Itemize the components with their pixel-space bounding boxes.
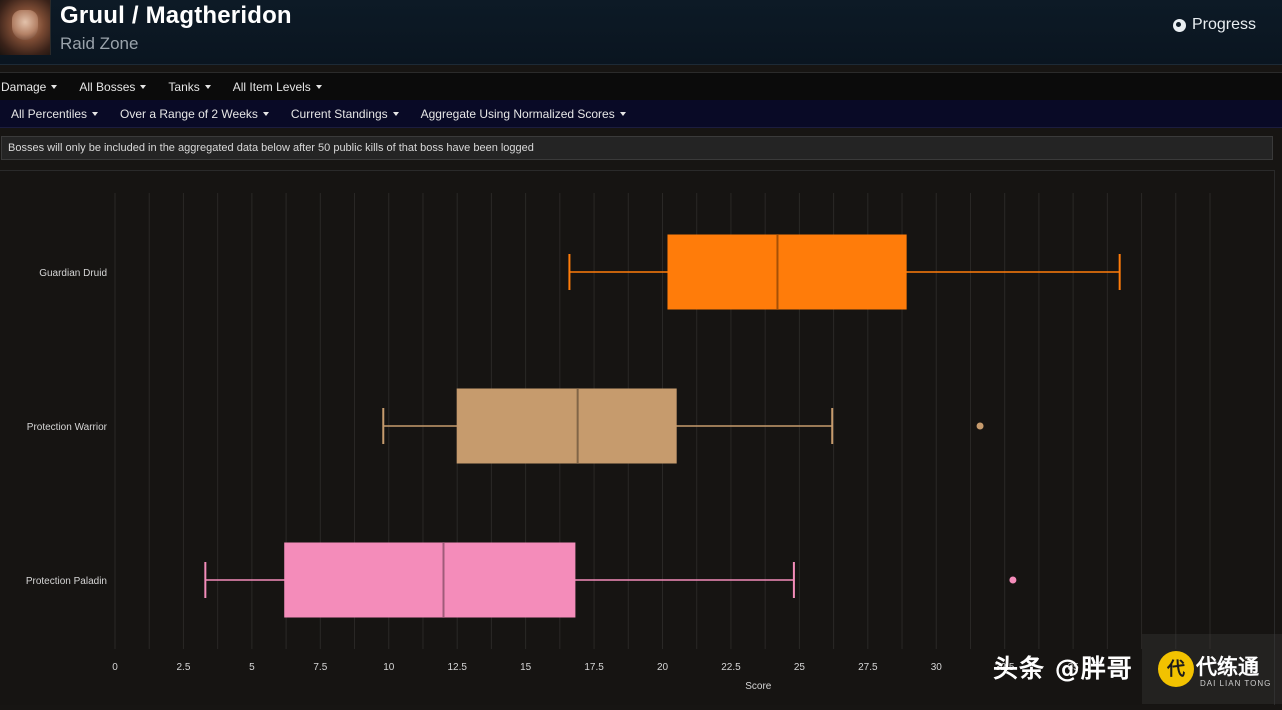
menu-standings-label: Current Standings [290, 106, 388, 121]
menu-item-levels-dropdown[interactable]: All Item Levels [222, 80, 333, 94]
caret-down-icon [392, 111, 399, 116]
x-tick-label: 5 [249, 662, 255, 673]
caret-down-icon [315, 84, 322, 89]
menu-role-label: Tanks [168, 79, 200, 94]
x-tick-label: 10 [383, 662, 395, 673]
menu-percentiles-label: All Percentiles [11, 106, 88, 121]
menu-bosses-dropdown[interactable]: All Bosses [68, 80, 157, 94]
caret-down-icon [92, 111, 99, 116]
watermark-logo-icon: 代 [1158, 651, 1194, 687]
iqr-box [667, 234, 907, 310]
caret-down-icon [619, 111, 626, 116]
menu-aggregate-dropdown[interactable]: Aggregate Using Normalized Scores [410, 107, 637, 121]
outlier-point [976, 422, 984, 430]
outlier-point [1009, 576, 1017, 584]
filter-menu-primary: Damage All Bosses Tanks All Item Levels [0, 72, 1282, 101]
x-tick-label: 25 [794, 662, 806, 673]
boss-portrait-icon [12, 10, 38, 40]
menu-item-levels-label: All Item Levels [232, 79, 311, 94]
caret-down-icon [204, 84, 211, 89]
caret-down-icon [262, 111, 269, 116]
x-tick-label: 20 [657, 662, 669, 673]
x-tick-label: 7.5 [313, 662, 327, 673]
chart-panel: 0 2.5 5 7.5 10 12.5 15 17.5 20 22.5 25 27.5 30 32.5 35… [0, 170, 1275, 705]
series-guardian-druid: Guardian Druid [39, 234, 1121, 310]
menu-percentiles-dropdown[interactable]: All Percentiles [0, 107, 109, 121]
menu-range-dropdown[interactable]: Over a Range of 2 Weeks [109, 107, 280, 121]
x-tick-label: 0 [112, 662, 118, 673]
x-tick-label: 17.5 [584, 662, 604, 673]
watermark-subtext: DAI LIAN TONG [1200, 679, 1272, 688]
page-header: Gruul / Magtheridon Raid Zone Progress [0, 0, 1282, 65]
page-title: Gruul / Magtheridon [60, 2, 292, 29]
x-axis-ticks: 0 2.5 5 7.5 10 12.5 15 17.5 20 22.5 25 27.5 30 32.5 35 [112, 662, 1079, 673]
notice-banner: Bosses will only be included in the aggr… [1, 136, 1273, 160]
menu-role-dropdown[interactable]: Tanks [157, 80, 221, 94]
watermark-brand: 代练通 [1196, 655, 1259, 679]
x-tick-label: 30 [931, 662, 943, 673]
progress-label: Progress [1191, 16, 1256, 33]
iqr-box [284, 542, 576, 618]
menu-range-label: Over a Range of 2 Weeks [120, 106, 258, 121]
menu-metric-dropdown[interactable]: Damage [0, 80, 68, 94]
boxplot-chart: 0 2.5 5 7.5 10 12.5 15 17.5 20 22.5 25 27.5 30 32.5 35… [26, 193, 1211, 692]
category-label: Protection Paladin [26, 576, 107, 587]
caret-down-icon [51, 84, 58, 89]
x-axis-label: Score [745, 681, 772, 692]
watermark-text: 头条 @胖哥 [993, 654, 1133, 683]
page-subtitle: Raid Zone [60, 34, 139, 53]
filter-menu-secondary: All Percentiles Over a Range of 2 Weeks … [0, 100, 1282, 128]
zone-icon [0, 0, 51, 55]
menu-standings-dropdown[interactable]: Current Standings [280, 107, 410, 121]
x-tick-label: 12.5 [447, 662, 467, 673]
x-tick-label: 22.5 [721, 662, 741, 673]
menu-bosses-label: All Bosses [79, 79, 136, 94]
category-label: Guardian Druid [39, 268, 107, 279]
series-protection-warrior: Protection Warrior [27, 388, 984, 464]
caret-down-icon [140, 84, 147, 89]
x-tick-label: 27.5 [858, 662, 878, 673]
x-tick-label: 15 [520, 662, 532, 673]
globe-icon [1172, 18, 1186, 32]
progress-link[interactable]: Progress [1172, 16, 1256, 34]
menu-aggregate-label: Aggregate Using Normalized Scores [420, 106, 615, 121]
category-label: Protection Warrior [27, 422, 108, 433]
x-tick-label: 2.5 [176, 662, 190, 673]
iqr-box [456, 388, 677, 464]
menu-metric-label: Damage [1, 79, 47, 94]
